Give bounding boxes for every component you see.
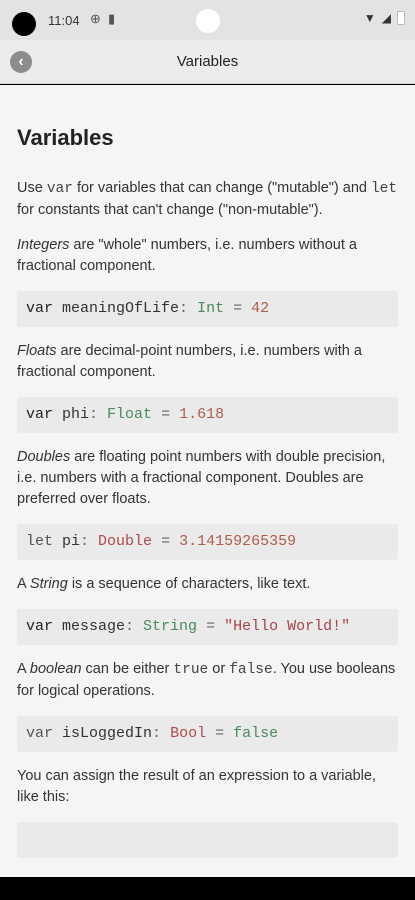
doubles-paragraph: Doubles are floating point numbers with … (17, 449, 386, 507)
code-block-float: var phi: Float = 1.618 (17, 397, 398, 433)
wifi-icon: ▼ (363, 11, 376, 25)
expression-paragraph: You can assign the result of an expressi… (17, 768, 376, 805)
vpn-icon: ⊕ (90, 11, 101, 26)
inline-code-let: let (370, 181, 398, 197)
sd-card-icon: ▮ (108, 11, 116, 26)
integers-paragraph: Integers are "whole" numbers, i.e. numbe… (17, 237, 357, 274)
status-bar: 11:04 ⊕ ▮ ▼ ◢ (0, 0, 415, 40)
booleans-paragraph: A boolean can be either true or false. Y… (17, 661, 396, 699)
section-heading: Variables (17, 125, 114, 150)
top-nav-bar: ‹ Variables (0, 40, 415, 84)
code-block-expression (17, 822, 398, 858)
inline-code-false: false (229, 662, 273, 678)
inline-code-true: true (173, 662, 209, 678)
code-block-string: var message: String = "Hello World!" (17, 609, 398, 645)
intro-paragraph: Use var for variables that can change ("… (17, 180, 398, 218)
code-block-bool: var isLoggedIn: Bool = false (17, 716, 398, 752)
status-time: 11:04 (48, 13, 80, 28)
camera-cutout (12, 12, 36, 36)
inline-code-var: var (46, 181, 73, 197)
page-title: Variables (176, 53, 239, 70)
system-icons: ▼ ◢ (364, 11, 405, 25)
strings-paragraph: A String is a sequence of characters, li… (17, 576, 311, 592)
signal-icon: ◢ (381, 11, 391, 25)
floats-paragraph: Floats are decimal-point numbers, i.e. n… (17, 343, 362, 380)
front-camera (196, 9, 220, 33)
navigation-bar (0, 877, 415, 900)
article-content[interactable]: Variables Use var for variables that can… (0, 85, 415, 877)
code-block-double: let pi: Double = 3.14159265359 (17, 524, 398, 560)
code-block-int: var meaningOfLife: Int = 42 (17, 291, 398, 327)
battery-icon (397, 11, 405, 25)
